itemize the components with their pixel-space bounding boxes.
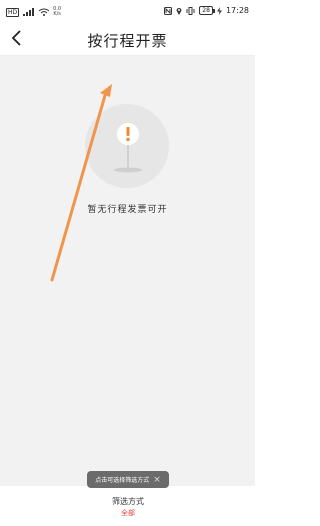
bottom-bar: 筛选方式 全部 (0, 490, 255, 526)
toast-hint: 点击可选择筛选方式 × (87, 471, 169, 488)
clock: 17:28 (225, 6, 249, 15)
nav-bar: 按行程开票 (0, 22, 255, 56)
close-icon[interactable]: × (153, 475, 161, 485)
filter-value: 全部 (121, 509, 135, 517)
content-area: 暂无行程发票可开 (0, 56, 255, 486)
status-bar: HD 0.0 K/s 28 17:28 (0, 0, 255, 22)
hd-indicator: HD (6, 7, 20, 17)
charging-icon (216, 6, 222, 15)
toast-message: 点击可选择筛选方式 (95, 477, 150, 484)
status-left: HD 0.0 K/s (6, 7, 61, 17)
filter-button[interactable]: 筛选方式 全部 (97, 494, 159, 522)
empty-state-message: 暂无行程发票可开 (87, 205, 168, 215)
wifi-icon (39, 8, 50, 16)
battery-icon: 28 (199, 6, 215, 15)
filter-label: 筛选方式 (112, 497, 144, 506)
alert-icon (114, 123, 142, 173)
page-title: 按行程开票 (87, 32, 168, 50)
location-icon (176, 7, 182, 15)
status-right: 28 17:28 (164, 6, 249, 15)
signal-icon (23, 8, 35, 16)
vibrate-icon (186, 6, 195, 15)
net-speed: 0.0 K/s (53, 6, 62, 17)
nfc-icon (164, 6, 173, 15)
